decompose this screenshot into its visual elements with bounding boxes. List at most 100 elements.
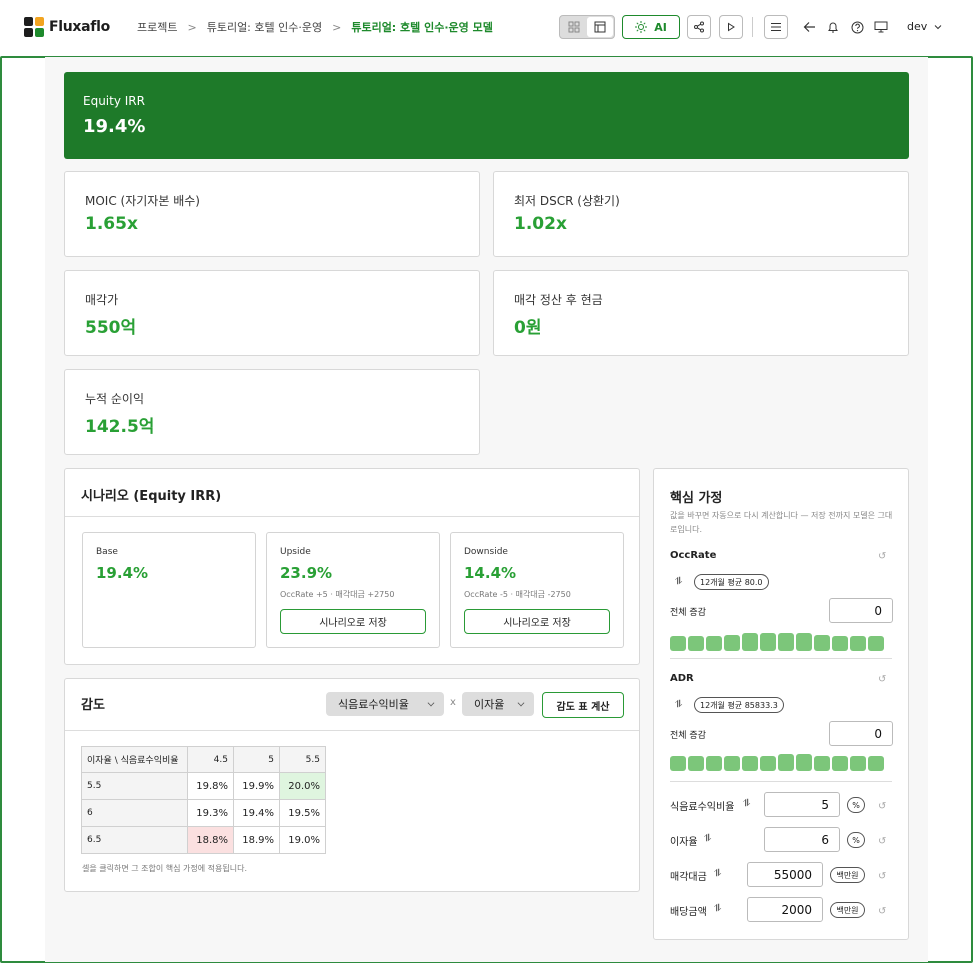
user-menu[interactable]: dev (907, 20, 942, 33)
table-cell[interactable]: 19.8% (187, 772, 234, 800)
history-icon[interactable]: ⥮ (743, 798, 750, 809)
kpi-label: 최저 DSCR (상환기) (514, 194, 620, 208)
table-view-icon[interactable] (587, 17, 613, 37)
breadcrumb-item[interactable]: 튜토리얼: 호텔 인수·운영 (207, 19, 322, 35)
history-icon[interactable]: ⥮ (714, 868, 721, 879)
scenario-card-upside[interactable]: Upside 23.9% OccRate +5 · 매각대금 +2750 시나리… (266, 532, 440, 648)
menu-button[interactable] (764, 15, 788, 39)
sensitivity-title: 감도 (81, 698, 105, 713)
month-bar[interactable] (778, 633, 794, 651)
month-bar[interactable] (814, 635, 830, 651)
history-icon[interactable]: ⥮ (714, 903, 721, 914)
scenario-value: 19.4% (96, 564, 149, 582)
table-cell[interactable]: 19.9% (233, 772, 280, 800)
month-bar[interactable] (670, 636, 686, 651)
occrate-monthly-bars[interactable] (670, 629, 884, 651)
divider (752, 17, 753, 37)
month-bar[interactable] (742, 633, 758, 651)
kpi-label: 매각가 (85, 293, 119, 307)
table-cell[interactable]: 19.5% (279, 799, 326, 827)
save-scenario-button[interactable]: 시나리오로 저장 (280, 609, 426, 634)
month-bar[interactable] (868, 636, 884, 651)
month-bar[interactable] (832, 636, 848, 651)
scenario-name: Upside (280, 547, 311, 557)
reset-icon[interactable]: ↺ (878, 802, 888, 812)
month-bar[interactable] (706, 636, 722, 651)
column-header: 5.5 (279, 746, 326, 773)
month-bar[interactable] (760, 633, 776, 651)
help-button[interactable] (849, 19, 865, 35)
month-bar[interactable] (760, 756, 776, 771)
month-bar[interactable] (814, 756, 830, 771)
kpi-value: 1.65x (85, 214, 138, 234)
month-bar[interactable] (850, 756, 866, 771)
scenario-card-downside[interactable]: Downside 14.4% OccRate -5 · 매각대금 -2750 시… (450, 532, 624, 648)
month-bar[interactable] (850, 636, 866, 651)
compute-sensitivity-button[interactable]: 감도 표 계산 (542, 692, 624, 718)
param-input[interactable]: 5 (764, 792, 840, 817)
logo[interactable]: Fluxaflo (24, 17, 110, 37)
ai-button[interactable]: AI (622, 15, 680, 39)
month-bar[interactable] (796, 633, 812, 651)
table-cell[interactable]: 18.9% (233, 826, 280, 854)
month-bar[interactable] (724, 635, 740, 651)
reset-icon[interactable]: ↺ (878, 837, 888, 847)
month-bar[interactable] (796, 754, 812, 771)
grid-view-icon[interactable] (561, 17, 587, 37)
back-button[interactable] (801, 19, 817, 35)
history-icon[interactable]: ⥮ (675, 699, 682, 710)
y-variable-select[interactable]: 이자율 (462, 692, 534, 716)
row-header: 6 (81, 799, 188, 827)
adr-average-chip: 12개월 평균 85833.3 (694, 697, 784, 713)
breadcrumb-separator: > (332, 20, 342, 34)
month-bar[interactable] (688, 756, 704, 771)
param-unit: 백만원 (830, 867, 865, 883)
play-button[interactable] (719, 15, 743, 39)
help-icon (851, 21, 863, 33)
save-scenario-button[interactable]: 시나리오로 저장 (464, 609, 610, 634)
display-button[interactable] (873, 19, 889, 35)
table-row: 6 19.3% 19.4% 19.5% (81, 799, 326, 827)
month-bar[interactable] (688, 636, 704, 651)
kpi-label: 매각 정산 후 현금 (514, 293, 603, 307)
month-bar[interactable] (778, 754, 794, 771)
scenario-card-base[interactable]: Base 19.4% (82, 532, 256, 648)
table-cell[interactable]: 19.3% (187, 799, 234, 827)
month-bar[interactable] (832, 756, 848, 771)
adr-monthly-bars[interactable] (670, 752, 884, 771)
adr-total-input[interactable]: 0 (829, 721, 893, 746)
param-input[interactable]: 55000 (747, 862, 823, 887)
param-input[interactable]: 6 (764, 827, 840, 852)
history-icon[interactable]: ⥮ (704, 833, 711, 844)
param-input[interactable]: 2000 (747, 897, 823, 922)
share-button[interactable] (687, 15, 711, 39)
divider (670, 658, 892, 659)
table-cell[interactable]: 19.0% (279, 826, 326, 854)
notifications-button[interactable] (825, 19, 841, 35)
occrate-total-input[interactable]: 0 (829, 598, 893, 623)
history-icon[interactable]: ⥮ (675, 576, 682, 587)
app-name: Fluxaflo (49, 19, 110, 35)
scenario-panel: 시나리오 (Equity IRR) Base 19.4% Upside 23.9… (64, 468, 640, 665)
month-bar[interactable] (724, 756, 740, 771)
kpi-value: 142.5억 (85, 417, 155, 437)
total-change-label: 전체 증감 (670, 608, 706, 618)
reset-icon[interactable]: ↺ (878, 872, 888, 882)
table-cell[interactable]: 19.4% (233, 799, 280, 827)
reset-icon[interactable]: ↺ (878, 907, 888, 917)
month-bar[interactable] (868, 756, 884, 771)
table-header-row: 이자율 \ 식음료수익비율 4.5 5 5.5 (81, 746, 326, 773)
reset-icon[interactable]: ↺ (878, 675, 888, 685)
reset-icon[interactable]: ↺ (878, 552, 888, 562)
month-bar[interactable] (742, 756, 758, 771)
month-bar[interactable] (670, 756, 686, 771)
table-cell-low[interactable]: 18.8% (187, 826, 234, 854)
breadcrumb: 프로젝트 > 튜토리얼: 호텔 인수·운영 > 튜토리얼: 호텔 인수·운영 모… (137, 19, 493, 35)
param-label: 식음료수익비율 (670, 802, 735, 813)
table-cell-high[interactable]: 20.0% (279, 772, 326, 800)
hero-label: Equity IRR (83, 94, 145, 108)
month-bar[interactable] (706, 756, 722, 771)
breadcrumb-item[interactable]: 프로젝트 (137, 19, 177, 35)
x-variable-select[interactable]: 식음료수익비율 (326, 692, 444, 716)
view-toggle[interactable] (559, 15, 615, 39)
